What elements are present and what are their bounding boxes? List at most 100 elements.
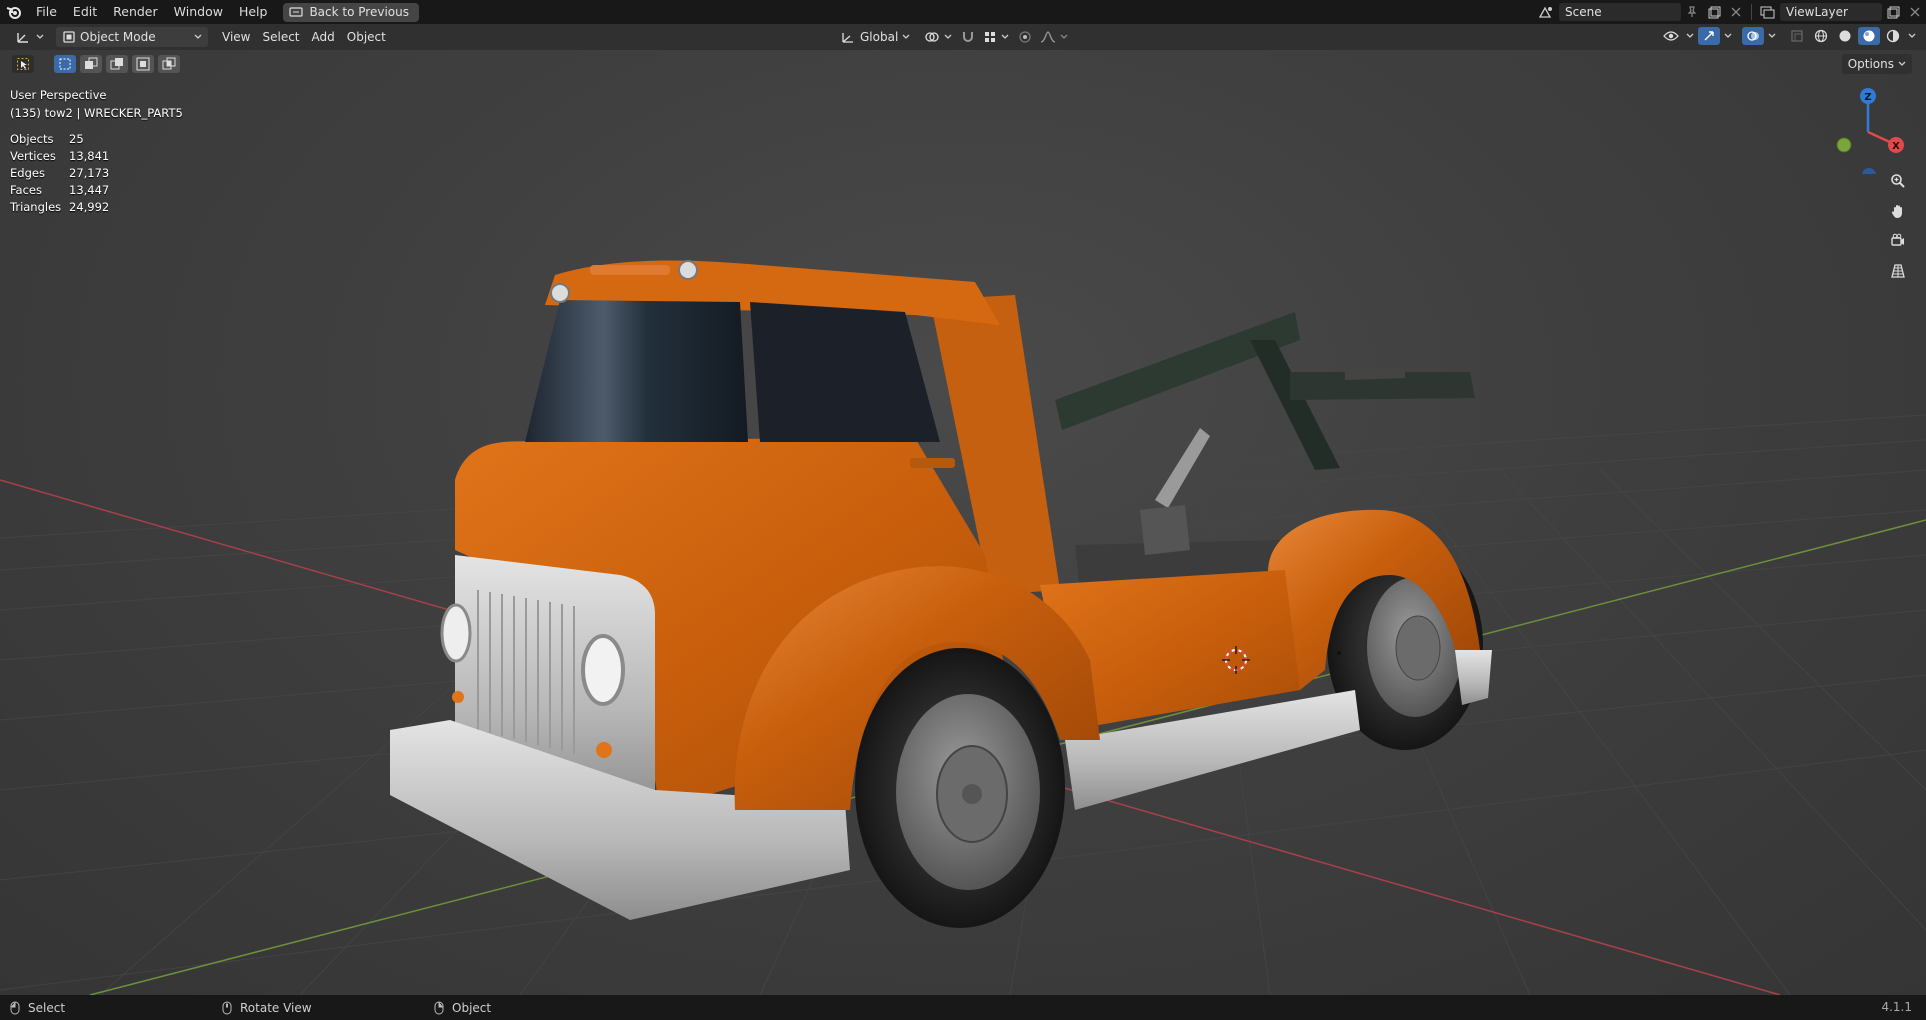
stat-row: Faces 13,447 <box>10 182 109 199</box>
chevron-down-icon[interactable] <box>1766 27 1778 45</box>
stat-label: Faces <box>10 183 42 197</box>
menu-edit[interactable]: Edit <box>65 0 105 24</box>
camera-view-icon[interactable] <box>1884 228 1912 254</box>
stat-label: Edges <box>10 166 45 180</box>
new-scene-icon[interactable] <box>1703 3 1725 21</box>
viewport-header: Object Mode View Select Add Object Globa… <box>0 24 1926 50</box>
view-layer-icon[interactable] <box>1756 3 1778 21</box>
header-menu-add[interactable]: Add <box>306 27 341 47</box>
gizmo-toggle-icon[interactable] <box>1698 27 1720 45</box>
material-preview-shading-icon[interactable] <box>1858 27 1880 45</box>
scene-field[interactable]: Scene <box>1559 3 1681 21</box>
menu-file[interactable]: File <box>28 0 65 24</box>
transform-orientation-dropdown[interactable]: Global <box>834 27 916 47</box>
front-wheel <box>855 648 1065 928</box>
xray-toggle-icon[interactable] <box>1786 27 1808 45</box>
options-label: Options <box>1847 57 1894 71</box>
stat-label: Triangles <box>10 200 62 214</box>
3d-viewport[interactable]: Options User Perspective (135) tow2 | WR… <box>0 50 1926 995</box>
chevron-down-icon[interactable] <box>1684 27 1696 45</box>
magnet-icon <box>963 32 973 42</box>
new-view-layer-icon[interactable] <box>1882 3 1904 21</box>
view-layer-field[interactable]: ViewLayer <box>1780 3 1882 21</box>
select-extend-icon[interactable] <box>80 55 102 73</box>
stat-value: 13,447 <box>69 183 110 197</box>
stat-row: Triangles 24,992 <box>10 199 109 216</box>
stat-row: Objects 25 <box>10 131 109 148</box>
scene-name: Scene <box>1565 5 1602 19</box>
delete-scene-icon[interactable] <box>1725 3 1747 21</box>
status-select-hint: Select <box>10 1001 65 1015</box>
select-tool-icon[interactable] <box>12 55 34 73</box>
select-subtract-icon[interactable] <box>106 55 128 73</box>
gizmo-x-label: X <box>1892 141 1900 152</box>
chevron-down-icon <box>902 34 910 39</box>
select-invert-icon[interactable] <box>132 55 154 73</box>
chevron-down-icon[interactable] <box>1906 27 1918 45</box>
delete-view-layer-icon[interactable] <box>1904 3 1926 21</box>
gizmo-neg-z-axis[interactable] <box>1862 168 1876 174</box>
mode-dropdown[interactable]: Object Mode <box>56 27 208 47</box>
blender-logo-icon[interactable] <box>0 0 28 24</box>
viewport-header-right <box>1660 27 1918 45</box>
side-window <box>750 302 940 442</box>
left-headlight <box>440 603 472 663</box>
visibility-icon[interactable] <box>1660 27 1682 45</box>
left-turn-signal <box>452 691 464 703</box>
wireframe-shading-icon[interactable] <box>1810 27 1832 45</box>
mouse-middle-icon <box>222 1001 232 1014</box>
gizmo-z-label: Z <box>1864 92 1871 103</box>
navigation-gizmo[interactable]: Z X <box>1828 84 1908 174</box>
solid-shading-icon[interactable] <box>1834 27 1856 45</box>
status-object-label: Object <box>452 1000 492 1015</box>
perspective-label: User Perspective <box>10 88 107 102</box>
status-bar: Select Rotate View Object 4.1.1 <box>0 995 1926 1020</box>
pan-hand-icon[interactable] <box>1884 198 1912 224</box>
header-menu-object[interactable]: Object <box>341 27 392 47</box>
stat-label: Objects <box>10 132 54 146</box>
options-dropdown[interactable]: Options <box>1841 54 1912 74</box>
snap-target-dropdown[interactable] <box>977 27 1015 47</box>
stat-value: 13,841 <box>69 149 110 163</box>
transform-orientation-label: Global <box>860 30 899 44</box>
pin-scene-icon[interactable] <box>1681 3 1703 21</box>
overlays-toggle-icon[interactable] <box>1742 27 1764 45</box>
menu-help[interactable]: Help <box>231 0 276 24</box>
axes-editor-icon <box>17 33 28 43</box>
stat-row: Vertices 13,841 <box>10 148 109 165</box>
tow-boom <box>1055 312 1475 508</box>
scene-statistics: Objects 25 Vertices 13,841 Edges 27,173 Fac… <box>10 131 109 216</box>
door-handle <box>910 458 955 468</box>
stat-row: Edges 27,173 <box>10 165 109 182</box>
version-label: 4.1.1 <box>1881 1000 1912 1014</box>
chevron-down-icon <box>1001 34 1009 39</box>
snap-grid-icon <box>985 32 995 42</box>
gizmo-neg-y-axis[interactable] <box>1836 137 1852 153</box>
pivot-point-dropdown[interactable] <box>918 27 958 47</box>
editor-type-dropdown[interactable] <box>10 27 50 47</box>
ortho-grid-icon[interactable] <box>1884 258 1912 284</box>
select-new-icon[interactable] <box>54 55 76 73</box>
chevron-down-icon <box>944 34 952 39</box>
screen-icon <box>289 6 304 17</box>
scene-selector-icon[interactable] <box>1535 3 1557 21</box>
back-to-previous-label: Back to Previous <box>309 5 409 19</box>
zoom-icon[interactable] <box>1884 168 1912 194</box>
viewport-scene <box>0 260 1926 995</box>
menu-window[interactable]: Window <box>166 0 231 24</box>
status-object-hint: Object <box>434 1001 491 1015</box>
proportional-edit-icon <box>1019 31 1031 43</box>
back-to-previous-button[interactable]: Back to Previous <box>283 2 419 22</box>
header-menu-view[interactable]: View <box>216 27 256 47</box>
object-origin <box>1337 651 1341 655</box>
menu-render[interactable]: Render <box>105 0 166 24</box>
viewport-info-overlay: User Perspective (135) tow2 | WRECKER_PA… <box>10 86 183 122</box>
rendered-shading-icon[interactable] <box>1882 27 1904 45</box>
select-intersect-icon[interactable] <box>158 55 180 73</box>
header-menu-select[interactable]: Select <box>256 27 305 47</box>
status-rotate-label: Rotate View <box>240 1000 312 1015</box>
pivot-icon <box>925 32 939 42</box>
chevron-down-icon[interactable] <box>1722 27 1734 45</box>
falloff-dropdown[interactable] <box>1034 27 1074 47</box>
status-select-label: Select <box>28 1000 66 1015</box>
